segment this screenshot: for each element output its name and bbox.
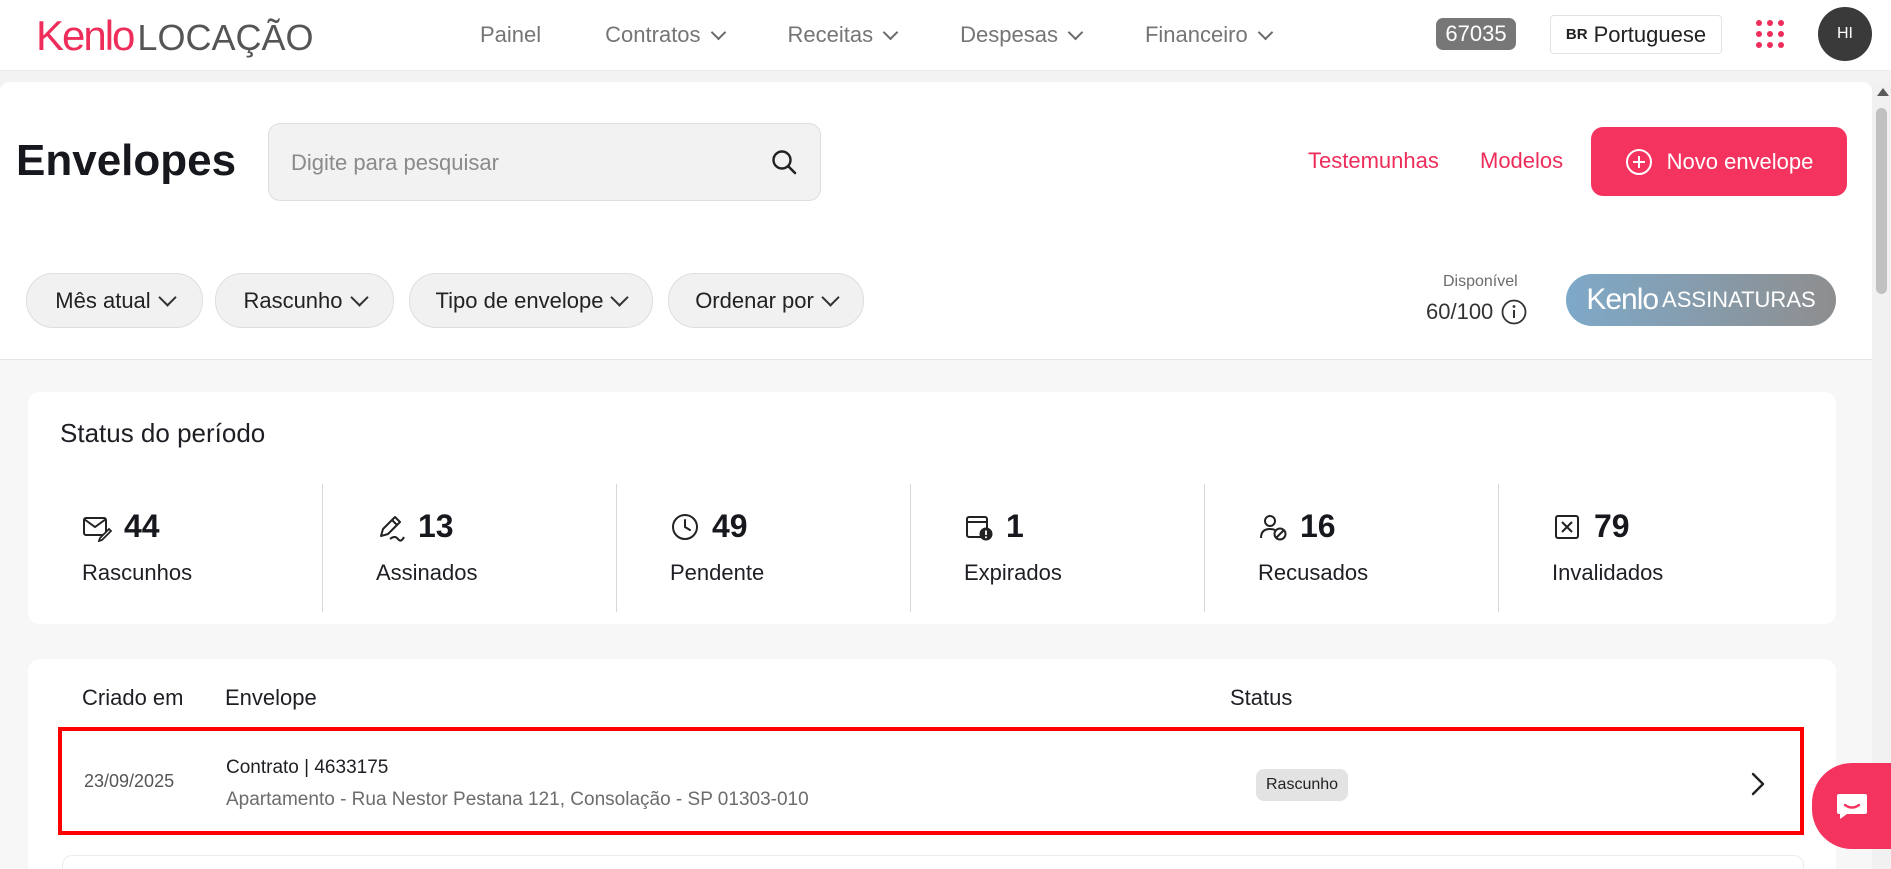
period-status-title: Status do período xyxy=(60,418,266,448)
chevron-down-icon xyxy=(610,288,630,307)
availability-value: 60/100 xyxy=(1426,299,1494,324)
search-box xyxy=(268,123,821,202)
filter-sort-by[interactable]: Ordenar por xyxy=(668,273,864,328)
table-row[interactable] xyxy=(62,855,1804,869)
apps-grid-icon[interactable] xyxy=(1756,20,1784,48)
kenlo-assinaturas-button[interactable]: Kenlo ASSINATURAS xyxy=(1566,274,1836,326)
nav-item-label: Financeiro xyxy=(1144,22,1248,47)
chat-bubble-icon xyxy=(1837,794,1867,819)
nav-item-label: Contratos xyxy=(605,22,701,47)
nav-item-despesas[interactable]: Despesas xyxy=(960,22,1084,48)
page-title: Envelopes xyxy=(16,136,237,185)
info-icon[interactable] xyxy=(1501,299,1527,325)
new-envelope-label: Novo envelope xyxy=(1666,148,1814,174)
language-label: Portuguese xyxy=(1593,21,1707,47)
new-envelope-button[interactable]: Novo envelope xyxy=(1591,127,1847,196)
availability-count: 60/100 xyxy=(1426,299,1527,325)
chevron-down-icon xyxy=(821,288,840,307)
plus-circle-icon xyxy=(1625,148,1652,175)
close-box-icon xyxy=(1555,514,1579,539)
user-blocked-icon xyxy=(1260,514,1287,540)
filter-envelope-type[interactable]: Tipo de envelope xyxy=(409,273,653,328)
availability-label: Disponível xyxy=(1443,273,1518,290)
stat-refused[interactable]: 16 Recusados xyxy=(1204,484,1499,612)
templates-link[interactable]: Modelos xyxy=(1480,148,1563,174)
stat-count: 49 xyxy=(712,508,748,544)
scrollbar-thumb[interactable] xyxy=(1876,108,1887,294)
main-menu: Painel Contratos Receitas Despesas Finan… xyxy=(480,0,1335,70)
nav-item-label: Despesas xyxy=(960,22,1058,47)
signatures-brand: Kenlo xyxy=(1586,283,1659,316)
column-header-envelope: Envelope xyxy=(225,685,317,710)
logo-brand: Kenlo xyxy=(36,12,135,59)
avatar[interactable]: HI xyxy=(1818,7,1872,61)
filter-label: Tipo de envelope xyxy=(435,287,604,313)
stat-expired[interactable]: 1 Expirados xyxy=(910,484,1205,612)
clock-icon xyxy=(672,513,698,540)
signature-pen-icon xyxy=(380,515,405,542)
filter-label: Mês atual xyxy=(55,287,151,313)
nav-item-label: Painel xyxy=(480,22,542,47)
nav-item-contratos[interactable]: Contratos xyxy=(605,22,726,48)
stat-count: 1 xyxy=(1006,508,1024,544)
chevron-down-icon xyxy=(157,288,177,307)
envelope-edit-icon xyxy=(83,516,112,542)
chevron-down-icon xyxy=(1067,24,1084,40)
chevron-down-icon xyxy=(882,24,899,40)
signatures-product: ASSINATURAS xyxy=(1662,287,1816,312)
chevron-down-icon xyxy=(349,288,369,307)
witnesses-link[interactable]: Testemunhas xyxy=(1308,148,1439,174)
stat-label: Expirados xyxy=(964,560,1062,585)
stat-signed[interactable]: 13 Assinados xyxy=(322,484,617,612)
selected-row-highlight xyxy=(58,727,1804,835)
language-selector[interactable]: BR Portuguese xyxy=(1550,15,1722,54)
page-scrollbar[interactable] xyxy=(1872,82,1891,869)
stat-label: Rascunhos xyxy=(82,560,193,585)
stat-count: 79 xyxy=(1594,508,1630,544)
search-icon[interactable] xyxy=(770,148,798,176)
filter-period[interactable]: Mês atual xyxy=(26,273,203,328)
stat-drafts[interactable]: 44 Rascunhos xyxy=(28,484,323,612)
stat-label: Recusados xyxy=(1258,560,1369,585)
stat-count: 16 xyxy=(1300,508,1336,544)
chevron-down-icon xyxy=(1257,24,1273,40)
stat-pending[interactable]: 49 Pendente xyxy=(616,484,911,612)
nav-item-label: Receitas xyxy=(787,22,874,47)
filter-label: Ordenar por xyxy=(695,287,814,313)
envelopes-table: Criado em Envelope Status 23/09/2025 Con… xyxy=(28,659,1836,869)
stat-count: 13 xyxy=(418,508,454,544)
top-navigation: Kenlo LOCAÇÃO Painel Contratos Receitas … xyxy=(0,0,1891,71)
account-code-badge: 67035 xyxy=(1436,18,1516,50)
scroll-up-arrow-icon[interactable] xyxy=(1877,88,1889,96)
column-header-status: Status xyxy=(1230,685,1293,710)
period-status-card: Status do período 44 Rascunhos 13 Assina… xyxy=(28,392,1836,624)
filter-status[interactable]: Rascunho xyxy=(215,273,394,328)
stat-invalidated[interactable]: 79 Invalidados xyxy=(1498,484,1792,612)
kenlo-locacao-logo[interactable]: Kenlo LOCAÇÃO xyxy=(36,12,313,60)
nav-item-painel[interactable]: Painel xyxy=(480,22,541,48)
main-panel: Envelopes Testemunhas Modelos Novo envel… xyxy=(0,82,1872,869)
envelopes-header: Envelopes Testemunhas Modelos Novo envel… xyxy=(0,82,1872,360)
logo-product: LOCAÇÃO xyxy=(137,17,314,58)
calendar-alert-icon xyxy=(966,515,993,540)
stat-count: 44 xyxy=(124,508,160,544)
filter-label: Rascunho xyxy=(243,287,343,313)
stat-label: Invalidados xyxy=(1552,560,1664,585)
search-input[interactable] xyxy=(289,124,753,202)
stat-label: Assinados xyxy=(376,560,478,585)
nav-item-financeiro[interactable]: Financeiro xyxy=(1144,22,1273,48)
language-code: BR xyxy=(1565,26,1588,43)
nav-item-receitas[interactable]: Receitas xyxy=(787,22,899,48)
chevron-down-icon xyxy=(710,24,726,40)
column-header-created: Criado em xyxy=(82,685,184,710)
chat-support-button[interactable] xyxy=(1812,763,1891,849)
stat-label: Pendente xyxy=(670,560,765,585)
